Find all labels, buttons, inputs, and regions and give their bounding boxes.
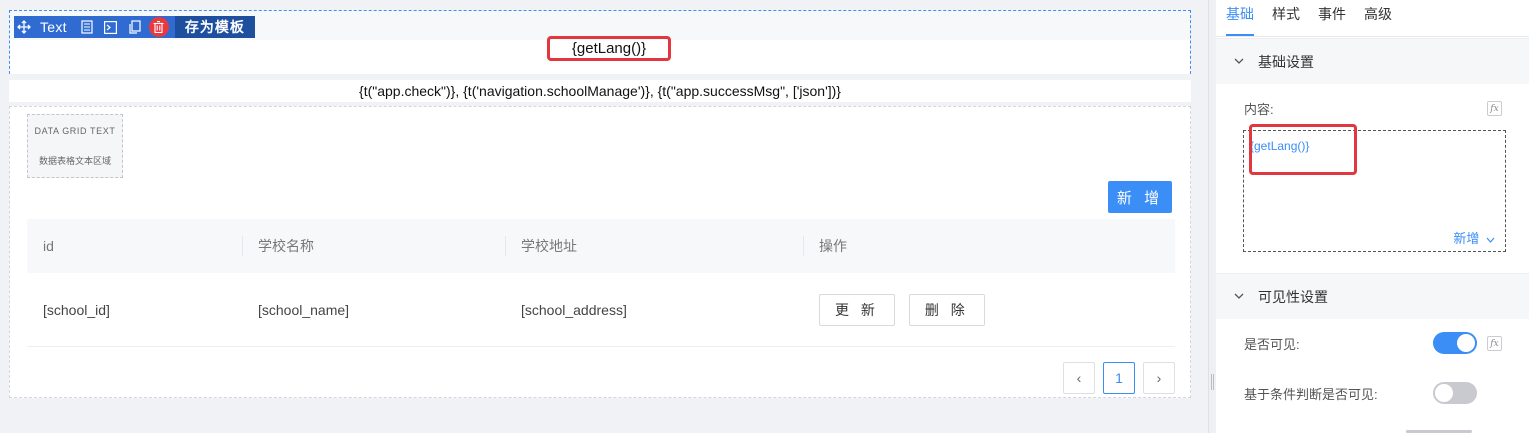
duplicate-icon[interactable] <box>123 16 147 38</box>
column-header-school-address: 学校地址 <box>505 219 803 273</box>
move-icon[interactable] <box>14 16 34 38</box>
content-label: 内容: <box>1244 102 1274 117</box>
column-header-id: id <box>43 238 54 254</box>
visibility-settings-title: 可见性设置 <box>1258 288 1328 305</box>
cell-id: [school_id] <box>43 301 110 318</box>
data-grid-badge-subtitle: 数据表格文本区域 <box>38 156 111 166</box>
pagination: ‹ 1 › <box>1063 362 1183 394</box>
design-canvas: Text 存为模板 {getLang()} {t("app.check")}, … <box>0 0 1208 433</box>
table-row: [school_id] [school_name] [school_addres… <box>27 273 1175 347</box>
toggle-knob <box>1457 334 1475 352</box>
add-button[interactable]: 新 增 <box>1108 181 1172 213</box>
school-table: id 学校名称 学校地址 操作 [school_id] [school_name… <box>27 219 1175 347</box>
visible-label: 是否可见: <box>1244 337 1300 352</box>
update-button[interactable]: 更 新 <box>819 293 895 326</box>
text-component-content[interactable]: {getLang()} <box>547 36 671 61</box>
save-as-template-button[interactable]: 存为模板 <box>174 16 255 38</box>
code-icon[interactable] <box>99 16 123 38</box>
page-number-current[interactable]: 1 <box>1103 362 1135 394</box>
data-grid-badge: DATA GRID TEXT 数据表格文本区域 <box>27 114 123 178</box>
visibility-settings-section: 可见性设置 <box>1216 273 1529 319</box>
component-type-label: Text <box>40 19 67 35</box>
tab-basic[interactable]: 基础 <box>1226 0 1254 36</box>
basic-settings-title: 基础设置 <box>1258 53 1314 70</box>
data-grid-badge-title: DATA GRID TEXT <box>34 126 116 136</box>
cell-school-address: [school_address] <box>521 301 627 318</box>
table-header: id 学校名称 学校地址 操作 <box>27 219 1175 273</box>
delete-button[interactable]: 删 除 <box>908 293 985 326</box>
column-header-actions: 操作 <box>803 219 1175 273</box>
basic-settings-section: 基础设置 <box>1216 38 1529 84</box>
tab-style[interactable]: 样式 <box>1272 0 1300 36</box>
visible-toggle[interactable] <box>1433 332 1477 354</box>
cell-actions: 更 新 删 除 <box>803 273 1175 346</box>
cell-school-name: [school_name] <box>258 301 350 318</box>
toggle-knob <box>1435 384 1453 402</box>
copy-icon[interactable] <box>75 16 99 38</box>
i18n-text-line[interactable]: {t("app.check")}, {t('navigation.schoolM… <box>9 80 1191 102</box>
property-tabs: 基础 样式 事件 高级 <box>1216 0 1529 37</box>
tab-advanced[interactable]: 高级 <box>1364 0 1392 36</box>
prev-page-button[interactable]: ‹ <box>1063 362 1095 394</box>
chevron-down-icon <box>1486 237 1495 243</box>
basic-settings-header[interactable]: 基础设置 <box>1216 38 1529 84</box>
fx-icon[interactable]: fx <box>1487 336 1502 351</box>
delete-icon[interactable] <box>148 17 169 37</box>
conditional-visible-toggle[interactable] <box>1433 382 1477 404</box>
component-toolbar: Text 存为模板 <box>14 16 255 38</box>
splitter-grip-icon[interactable] <box>1211 374 1214 390</box>
panel-splitter[interactable] <box>1208 0 1216 433</box>
add-variable-label: 新增 <box>1453 231 1480 246</box>
add-variable-dropdown[interactable]: 新增 <box>1453 228 1495 247</box>
chevron-down-icon <box>1234 56 1244 67</box>
next-page-button[interactable]: › <box>1143 362 1175 394</box>
fx-icon[interactable]: fx <box>1487 101 1502 116</box>
properties-panel: 基础 样式 事件 高级 基础设置 内容: fx {getLang()} 新增 可… <box>1216 0 1529 433</box>
conditional-visible-label: 基于条件判断是否可见: <box>1244 387 1378 402</box>
content-highlight-box <box>1249 124 1357 175</box>
content-editor[interactable]: {getLang()} 新增 <box>1243 124 1506 252</box>
chevron-down-icon <box>1234 291 1244 302</box>
column-header-school-name: 学校名称 <box>242 219 505 273</box>
visibility-settings-header[interactable]: 可见性设置 <box>1216 273 1529 319</box>
data-grid-container[interactable]: DATA GRID TEXT 数据表格文本区域 新 增 id 学校名称 学校地址… <box>9 106 1191 398</box>
tab-events[interactable]: 事件 <box>1318 0 1346 36</box>
